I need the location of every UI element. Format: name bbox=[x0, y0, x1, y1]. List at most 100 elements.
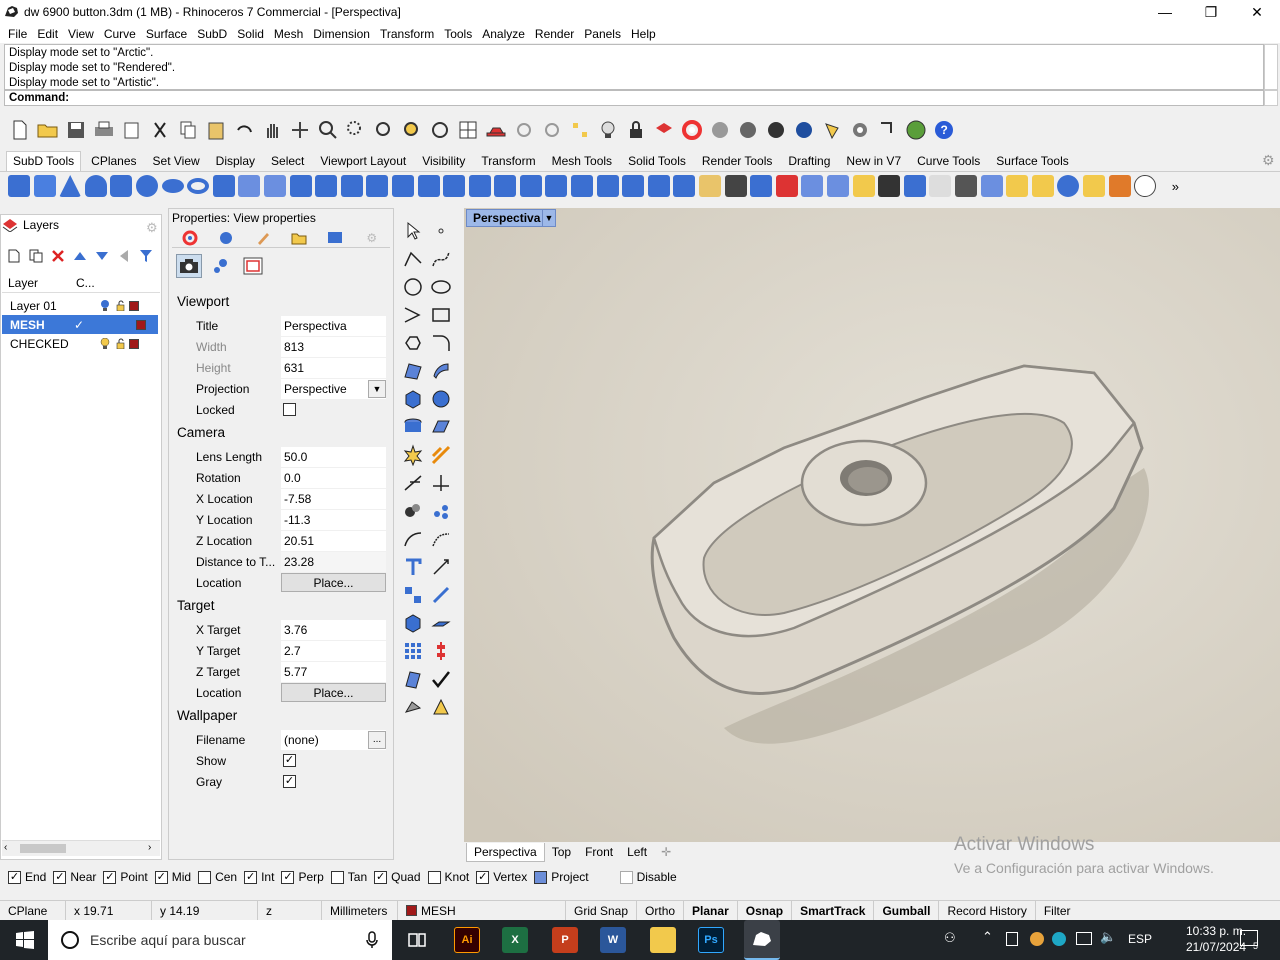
point-on-icon[interactable] bbox=[540, 118, 564, 142]
scroll-right-icon[interactable]: › bbox=[148, 842, 151, 853]
properties-gear-icon[interactable]: ⚙ bbox=[354, 231, 390, 245]
tab-mesh-tools[interactable]: Mesh Tools bbox=[546, 152, 618, 171]
subd-smooth-icon[interactable] bbox=[801, 175, 824, 197]
subd-cubes-icon[interactable] bbox=[980, 175, 1003, 197]
osnap-end[interactable]: ✓ End bbox=[8, 870, 46, 884]
language-indicator[interactable]: ESP bbox=[1128, 932, 1152, 946]
osnap-mid[interactable]: ✓ Mid bbox=[154, 870, 191, 884]
zoom-selected-icon[interactable] bbox=[400, 118, 424, 142]
subd-to-nurbs-icon[interactable] bbox=[750, 175, 773, 197]
photoshop-icon[interactable]: Ps bbox=[698, 927, 724, 953]
zoom-window-icon[interactable] bbox=[344, 118, 368, 142]
rotate-view-icon[interactable] bbox=[288, 118, 312, 142]
layers-tab[interactable]: Layers bbox=[2, 218, 59, 232]
align-icon[interactable] bbox=[430, 640, 452, 662]
subd-reflect-icon[interactable] bbox=[673, 175, 696, 197]
layer-row[interactable]: MESH ✓ bbox=[2, 315, 158, 334]
copy-icon[interactable] bbox=[176, 118, 200, 142]
tab-curve-tools[interactable]: Curve Tools bbox=[911, 152, 986, 171]
render-objects-icon[interactable] bbox=[402, 696, 424, 718]
tabs-gear-icon[interactable]: ⚙ bbox=[1262, 152, 1275, 169]
command-line[interactable]: Command: bbox=[4, 90, 1264, 106]
layer-column-header[interactable]: Layer bbox=[2, 276, 76, 290]
layer-row[interactable]: CHECKED bbox=[2, 334, 158, 353]
light-settings-icon[interactable] bbox=[208, 254, 234, 278]
subd-flag-icon[interactable] bbox=[1082, 175, 1105, 197]
decal-tab-icon[interactable] bbox=[245, 230, 281, 246]
wireframe-icon[interactable] bbox=[708, 118, 732, 142]
fillet-icon[interactable] bbox=[430, 332, 452, 354]
viewport-tab-front[interactable]: Front bbox=[578, 843, 620, 861]
point-icon[interactable] bbox=[430, 220, 452, 242]
filter-icon[interactable] bbox=[138, 248, 154, 264]
layers-horizontal-scrollbar[interactable]: ‹ › bbox=[2, 840, 160, 856]
subd-cone2-icon[interactable] bbox=[84, 175, 107, 197]
tab-render-tools[interactable]: Render Tools bbox=[696, 152, 779, 171]
grid-snap-toggle[interactable]: Grid Snap bbox=[566, 900, 638, 921]
subd-append-icon[interactable] bbox=[417, 175, 440, 197]
subd-fill-icon[interactable] bbox=[366, 175, 389, 197]
undo-icon[interactable] bbox=[232, 118, 256, 142]
people-icon[interactable]: ⚇ bbox=[944, 930, 956, 946]
analyze-icon[interactable] bbox=[402, 668, 424, 690]
menu-analyze[interactable]: Analyze bbox=[477, 27, 530, 41]
surface-corners-icon[interactable] bbox=[402, 360, 424, 382]
tab-transform[interactable]: Transform bbox=[475, 152, 541, 171]
folder-tab-icon[interactable] bbox=[281, 231, 317, 245]
print-icon[interactable] bbox=[92, 118, 116, 142]
ellipse-icon[interactable] bbox=[430, 276, 452, 298]
command-spinner[interactable] bbox=[1264, 90, 1278, 106]
subd-list-icon[interactable] bbox=[929, 175, 952, 197]
powerpoint-icon[interactable]: P bbox=[552, 927, 578, 953]
arc-icon[interactable] bbox=[402, 304, 424, 326]
volume-icon[interactable]: 🔈 bbox=[1100, 929, 1116, 945]
paste-icon[interactable] bbox=[204, 118, 228, 142]
subd-slide-icon[interactable] bbox=[545, 175, 568, 197]
osnap-checkbox[interactable] bbox=[330, 870, 344, 884]
subd-ellipsoid-icon[interactable] bbox=[161, 179, 184, 193]
scroll-thumb[interactable] bbox=[20, 844, 66, 853]
tab-solid-tools[interactable]: Solid Tools bbox=[622, 152, 692, 171]
osnap-checkbox[interactable]: ✓ bbox=[154, 870, 168, 884]
smarttrack-toggle[interactable]: SmartTrack bbox=[792, 900, 875, 921]
subd-box-mode-icon[interactable] bbox=[775, 175, 798, 197]
transform-icon[interactable] bbox=[402, 584, 424, 606]
osnap-near[interactable]: ✓ Near bbox=[53, 870, 96, 884]
command-history[interactable]: Display mode set to "Arctic". Display mo… bbox=[4, 44, 1264, 90]
subd-glasses-icon[interactable] bbox=[878, 175, 901, 197]
app-tray-icon[interactable] bbox=[1030, 932, 1044, 946]
cylinder-icon[interactable] bbox=[402, 416, 424, 438]
subd-mesh-grid-icon[interactable] bbox=[903, 175, 926, 197]
osnap-checkbox[interactable]: ✓ bbox=[244, 870, 258, 884]
history-scrollbar[interactable] bbox=[1264, 44, 1278, 90]
join-icon[interactable] bbox=[402, 500, 424, 522]
help-icon[interactable]: ? bbox=[932, 118, 956, 142]
osnap-checkbox[interactable]: ✓ bbox=[476, 870, 490, 884]
options-gear-icon[interactable] bbox=[848, 118, 872, 142]
current-layer-indicator[interactable]: MESH bbox=[398, 900, 566, 921]
taskbar-search-box[interactable]: Escribe aquí para buscar bbox=[48, 920, 392, 960]
subd-cup-icon[interactable] bbox=[699, 175, 722, 197]
osnap-vertex[interactable]: ✓ Vertex bbox=[476, 870, 527, 884]
menu-subd[interactable]: SubD bbox=[192, 27, 232, 41]
osnap-toggle[interactable]: Osnap bbox=[738, 900, 793, 921]
osnap-checkbox[interactable]: ✓ bbox=[53, 870, 67, 884]
pan-hand-icon[interactable] bbox=[260, 118, 284, 142]
current-column-header[interactable]: C... bbox=[76, 276, 95, 290]
zoom-icon[interactable] bbox=[316, 118, 340, 142]
new-sublayer-icon[interactable] bbox=[28, 248, 44, 264]
subd-texture-icon[interactable] bbox=[852, 175, 875, 197]
light-bulb-icon[interactable] bbox=[100, 299, 110, 312]
subd-sweep2-icon[interactable] bbox=[263, 175, 286, 197]
delete-layer-icon[interactable] bbox=[50, 248, 66, 264]
edit-curve-icon[interactable] bbox=[430, 528, 452, 550]
menu-help[interactable]: Help bbox=[626, 27, 661, 41]
subd-plane-icon[interactable] bbox=[33, 175, 56, 197]
extrude-surface-icon[interactable] bbox=[430, 360, 452, 382]
menu-tools[interactable]: Tools bbox=[439, 27, 477, 41]
planar-toggle[interactable]: Planar bbox=[684, 900, 738, 921]
open-folder-icon[interactable] bbox=[36, 118, 60, 142]
z-target-field[interactable]: 5.77 bbox=[281, 661, 386, 682]
subd-grid-icon[interactable] bbox=[596, 175, 619, 197]
ortho-toggle[interactable]: Ortho bbox=[637, 900, 685, 921]
